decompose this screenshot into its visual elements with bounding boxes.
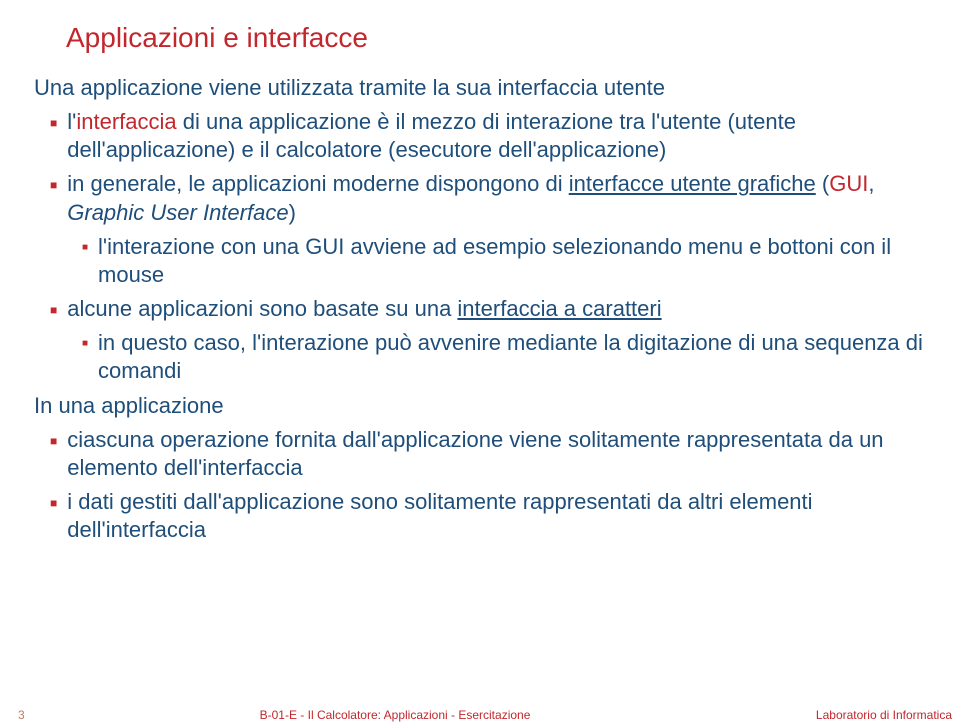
bullet-3-sub-1-text: in questo caso, l'interazione può avveni… xyxy=(98,329,926,385)
page-number: 3 xyxy=(18,708,58,722)
footer-right: Laboratorio di Informatica xyxy=(732,708,952,722)
intro-line: Una applicazione viene utilizzata tramit… xyxy=(34,74,926,102)
txt: l' xyxy=(67,109,76,134)
bullet-4-text: ciascuna operazione fornita dall'applica… xyxy=(67,426,926,482)
bullet-2-text: in generale, le applicazioni moderne dis… xyxy=(67,170,926,226)
txt: di una applicazione è il mezzo di intera… xyxy=(67,109,796,162)
bullet-5: ■ i dati gestiti dall'applicazione sono … xyxy=(50,488,926,544)
bullet-4: ■ ciascuna operazione fornita dall'appli… xyxy=(50,426,926,482)
bullet-3-text: alcune applicazioni sono basate su una i… xyxy=(67,295,661,323)
slide-body: Una applicazione viene utilizzata tramit… xyxy=(34,74,926,544)
txt-italic: Graphic User Interface xyxy=(67,200,288,225)
bullet-5-text: i dati gestiti dall'applicazione sono so… xyxy=(67,488,926,544)
square-bullet-icon: ■ xyxy=(82,242,88,289)
txt: ( xyxy=(816,171,829,196)
bullet-2-sub-1-text: l'interazione con una GUI avviene ad ese… xyxy=(98,233,926,289)
txt-under: interfacce utente grafiche xyxy=(569,171,816,196)
bullet-2-sub-1: ■ l'interazione con una GUI avviene ad e… xyxy=(82,233,926,289)
square-bullet-icon: ■ xyxy=(50,116,57,164)
square-bullet-icon: ■ xyxy=(50,434,57,482)
txt: , xyxy=(868,171,874,196)
bullet-1: ■ l'interfaccia di una applicazione è il… xyxy=(50,108,926,164)
footer-center: B-01-E - Il Calcolatore: Applicazioni - … xyxy=(58,708,732,722)
txt: in generale, le applicazioni moderne dis… xyxy=(67,171,568,196)
bullet-2: ■ in generale, le applicazioni moderne d… xyxy=(50,170,926,226)
txt: ) xyxy=(289,200,296,225)
txt-highlight: GUI xyxy=(829,171,868,196)
bullet-3-sub-1: ■ in questo caso, l'interazione può avve… xyxy=(82,329,926,385)
bullet-1-text: l'interfaccia di una applicazione è il m… xyxy=(67,108,926,164)
square-bullet-icon: ■ xyxy=(50,178,57,226)
slide-title: Applicazioni e interfacce xyxy=(66,22,926,54)
square-bullet-icon: ■ xyxy=(50,496,57,544)
slide: Applicazioni e interfacce Una applicazio… xyxy=(0,0,960,728)
txt-highlight: interfaccia xyxy=(76,109,176,134)
square-bullet-icon: ■ xyxy=(82,338,88,385)
txt: alcune applicazioni sono basate su una xyxy=(67,296,457,321)
square-bullet-icon: ■ xyxy=(50,303,57,323)
mid-line: In una applicazione xyxy=(34,392,926,420)
footer: 3 B-01-E - Il Calcolatore: Applicazioni … xyxy=(0,708,960,722)
bullet-3: ■ alcune applicazioni sono basate su una… xyxy=(50,295,926,323)
txt-under: interfaccia a caratteri xyxy=(457,296,661,321)
